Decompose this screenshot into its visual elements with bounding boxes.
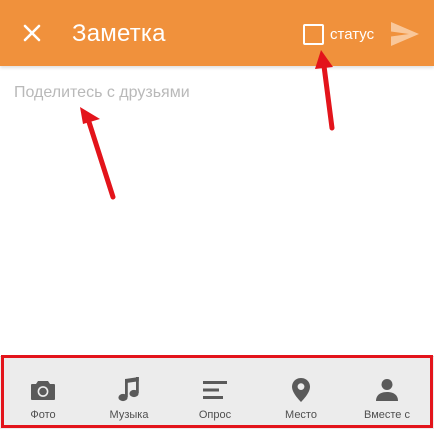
music-note-icon: [115, 376, 143, 404]
status-checkbox[interactable]: статус: [303, 22, 374, 46]
app-bar: Заметка статус: [0, 0, 434, 66]
close-icon: [23, 24, 41, 42]
note-composer-screen: Заметка статус Фото: [0, 0, 434, 429]
location-pin-icon: [287, 376, 315, 404]
toolbar-item-label: Фото: [30, 409, 56, 421]
toolbar-item-label: Место: [285, 409, 317, 421]
poll-icon: [201, 376, 229, 404]
toolbar-item-tag-people[interactable]: Вместе с: [344, 357, 430, 429]
toolbar-item-poll[interactable]: Опрос: [172, 357, 258, 429]
toolbar-item-music[interactable]: Музыка: [86, 357, 172, 429]
camera-icon: [29, 376, 57, 404]
person-icon: [373, 376, 401, 404]
send-button[interactable]: [388, 18, 422, 50]
close-button[interactable]: [16, 17, 48, 49]
send-icon: [391, 22, 419, 46]
page-title: Заметка: [72, 20, 166, 47]
toolbar-item-label: Вместе с: [364, 409, 410, 421]
post-text-input[interactable]: [12, 82, 426, 346]
toolbar-item-label: Музыка: [109, 409, 149, 421]
status-label: статус: [330, 25, 375, 43]
attachment-toolbar: Фото Музыка Опрос Место Вместе с: [0, 356, 434, 429]
toolbar-item-place[interactable]: Место: [258, 357, 344, 429]
checkbox-icon[interactable]: [303, 23, 324, 45]
toolbar-item-label: Опрос: [198, 409, 232, 421]
toolbar-item-photo[interactable]: Фото: [0, 357, 86, 429]
